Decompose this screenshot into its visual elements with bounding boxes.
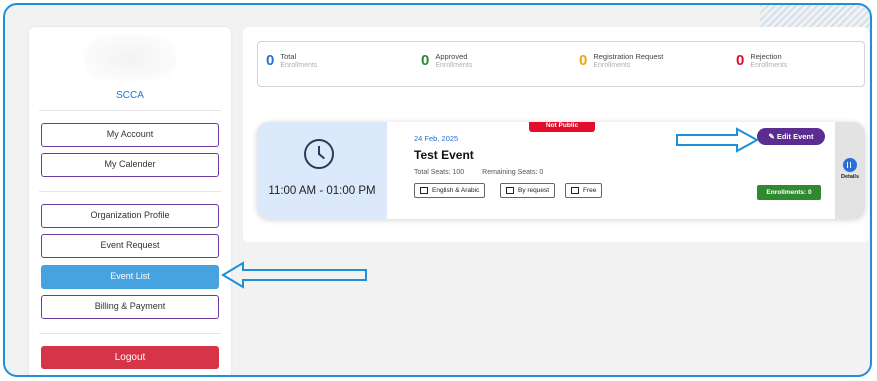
sidebar-item-billing-payment[interactable]: Billing & Payment — [41, 295, 219, 319]
edit-event-button[interactable]: ✎ Edit Event — [757, 128, 825, 145]
remaining-seats: Remaining Seats: 0 — [482, 169, 544, 176]
organization-logo — [84, 35, 176, 81]
stat-label: Total — [280, 52, 297, 61]
edit-event-label: Edit Event — [776, 132, 814, 141]
event-time: 11:00 AM - 01:00 PM — [268, 185, 376, 197]
annotation-arrow-left — [221, 261, 367, 289]
request-icon — [506, 187, 514, 194]
sidebar-item-my-calender[interactable]: My Calender — [41, 153, 219, 177]
sidebar-divider — [39, 191, 221, 192]
visibility-badge: Not Public — [529, 122, 595, 132]
annotation-arrow-right — [676, 127, 760, 153]
stat-total: 0 Total Enrollments — [266, 52, 317, 69]
sidebar-item-event-request[interactable]: Event Request — [41, 234, 219, 258]
event-seats: Total Seats: 100 Remaining Seats: 0 — [414, 169, 559, 176]
event-title: Test Event — [414, 148, 474, 162]
stats-bar: 0 Total Enrollments 0 Approved Enrollments… — [257, 41, 865, 87]
language-icon — [420, 187, 428, 194]
sidebar-item-event-list[interactable]: Event List — [41, 265, 219, 289]
event-time-panel: 11:00 AM - 01:00 PM — [257, 122, 387, 219]
details-button[interactable]: Details — [835, 122, 865, 219]
stat-sublabel: Enrollments — [435, 62, 473, 69]
stat-label: Rejection — [750, 52, 782, 61]
stat-sublabel: Enrollments — [593, 62, 631, 69]
logout-button[interactable]: Logout — [41, 346, 219, 369]
stat-value: 0 — [266, 52, 275, 69]
stat-sublabel: Enrollments — [750, 62, 788, 69]
stat-value: 0 — [421, 52, 430, 69]
sidebar-divider — [39, 110, 221, 111]
main-panel: 0 Total Enrollments 0 Approved Enrollments… — [243, 27, 869, 242]
sidebar: SCCA My Account My Calender Organization… — [29, 27, 231, 375]
tag-label: By request — [518, 187, 550, 194]
stat-value: 0 — [579, 52, 588, 69]
app-frame: SCCA My Account My Calender Organization… — [3, 3, 872, 377]
enrollments-badge: Enrollments: 0 — [757, 185, 821, 200]
sidebar-divider — [39, 333, 221, 334]
details-label: Details — [840, 174, 860, 180]
total-seats: Total Seats: 100 — [414, 169, 465, 176]
language-tag: English & Arabic — [414, 183, 486, 198]
stat-approved: 0 Approved Enrollments — [421, 52, 472, 69]
registration-type-tag: By request — [500, 183, 556, 198]
sidebar-item-organization-profile[interactable]: Organization Profile — [41, 204, 219, 228]
price-tag: Free — [565, 183, 603, 198]
event-card[interactable]: 11:00 AM - 01:00 PM 24 Feb, 2025 Test Ev… — [257, 122, 865, 219]
event-date: 24 Feb, 2025 — [414, 134, 459, 143]
stat-label: Approved — [435, 52, 468, 61]
stat-label: Registration Request — [593, 52, 664, 61]
stat-rejection: 0 Rejection Enrollments — [736, 52, 787, 69]
organization-name: SCCA — [116, 90, 144, 101]
ticket-icon — [571, 187, 579, 194]
stat-registration-request: 0 Registration Request Enrollments — [579, 52, 663, 69]
stat-sublabel: Enrollments — [280, 62, 318, 69]
tag-label: Free — [583, 187, 597, 194]
stat-value: 0 — [736, 52, 745, 69]
clock-icon — [304, 139, 334, 169]
chart-icon — [843, 158, 857, 172]
tag-label: English & Arabic — [432, 187, 480, 194]
sidebar-item-my-account[interactable]: My Account — [41, 123, 219, 147]
